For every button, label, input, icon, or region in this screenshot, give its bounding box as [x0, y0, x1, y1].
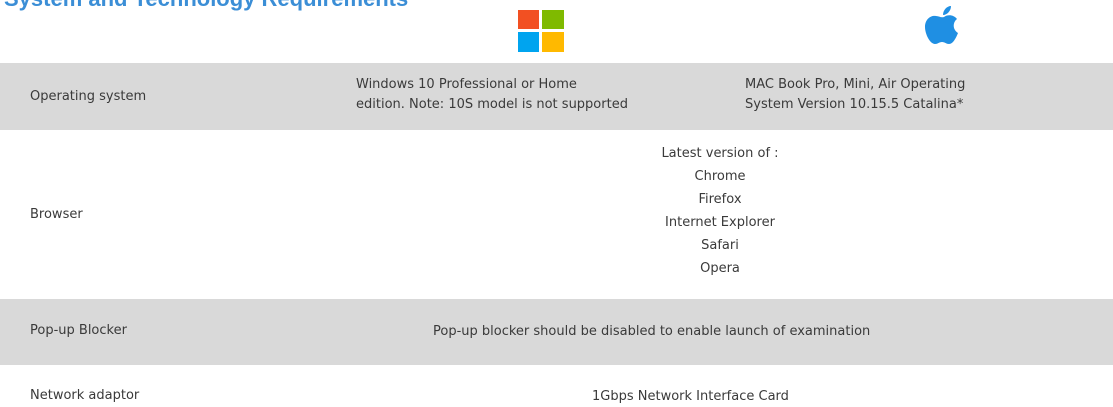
- network-adaptor-row: Network adaptor 1Gbps Network Interface …: [0, 374, 1113, 407]
- page-title: System and Technology Requirements: [4, 0, 408, 12]
- network-adaptor-value: 1Gbps Network Interface Card: [592, 389, 789, 404]
- mac-requirement-line1: MAC Book Pro, Mini, Air Operating: [745, 77, 966, 92]
- browser-row: Browser Latest version of : Chrome Firef…: [0, 136, 1113, 294]
- windows-requirement-line2: edition. Note: 10S model is not supporte…: [356, 97, 628, 112]
- operating-system-row: Operating system Windows 10 Professional…: [0, 63, 1113, 130]
- browser-intro: Latest version of :: [661, 146, 779, 161]
- browser-item-opera: Opera: [700, 261, 740, 276]
- browser-list: Latest version of : Chrome Firefox Inter…: [545, 142, 895, 280]
- browser-item-firefox: Firefox: [698, 192, 742, 207]
- windows-logo-icon: [518, 10, 564, 52]
- browser-item-safari: Safari: [701, 238, 739, 253]
- browser-label: Browser: [30, 207, 83, 222]
- browser-item-chrome: Chrome: [694, 169, 746, 184]
- browser-item-internet-explorer: Internet Explorer: [665, 215, 775, 230]
- mac-requirement: MAC Book Pro, Mini, Air Operating System…: [745, 75, 1085, 115]
- apple-logo-icon: [925, 6, 958, 44]
- popup-blocker-label: Pop-up Blocker: [30, 323, 127, 338]
- popup-blocker-value: Pop-up blocker should be disabled to ena…: [433, 324, 871, 339]
- popup-blocker-row: Pop-up Blocker Pop-up blocker should be …: [0, 299, 1113, 365]
- mac-requirement-line2: System Version 10.15.5 Catalina*: [745, 97, 964, 112]
- operating-system-label: Operating system: [30, 89, 147, 104]
- network-adaptor-label: Network adaptor: [30, 388, 140, 403]
- windows-requirement-line1: Windows 10 Professional or Home: [356, 77, 577, 92]
- windows-requirement: Windows 10 Professional or Home edition.…: [356, 75, 736, 115]
